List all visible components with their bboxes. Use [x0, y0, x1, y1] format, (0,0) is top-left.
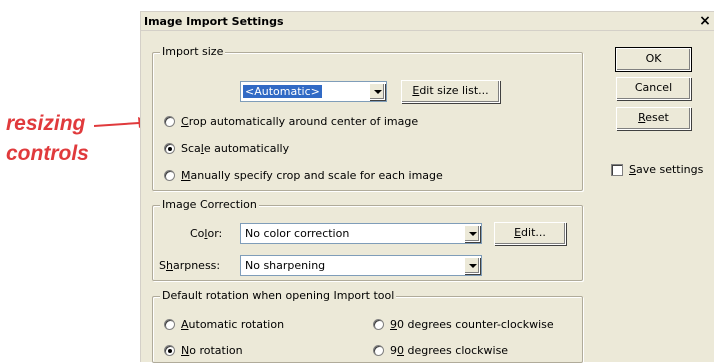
image-correction-group: Image Correction Color: No color correct…	[152, 198, 583, 281]
image-correction-legend: Image Correction	[160, 198, 259, 212]
chevron-down-icon[interactable]	[464, 225, 480, 242]
title-bar: Image Import Settings ×	[141, 12, 714, 31]
scale-automatically-radio[interactable]: Scale automatically	[164, 142, 289, 155]
no-rotation-label: No rotation	[181, 344, 243, 357]
crop-automatically-label: Crop automatically around center of imag…	[181, 115, 419, 128]
radio-icon	[373, 345, 384, 356]
crop-automatically-radio[interactable]: Crop automatically around center of imag…	[164, 115, 418, 128]
image-import-settings-dialog: Image Import Settings × Import size <Aut…	[140, 11, 714, 363]
radio-icon	[373, 319, 384, 330]
radio-icon	[164, 319, 175, 330]
radio-selected-icon	[164, 345, 175, 356]
edit-color-button[interactable]: Edit...	[494, 222, 566, 245]
import-size-select-value: <Automatic>	[243, 85, 322, 98]
save-settings-label: Save settings	[629, 163, 704, 176]
ok-button[interactable]: OK	[615, 47, 692, 72]
color-label: Color:	[190, 227, 223, 240]
manually-specify-label: Manually specify crop and scale for each…	[181, 169, 443, 182]
import-size-group: Import size <Automatic> Edit size list..…	[152, 45, 583, 191]
no-rotation-radio[interactable]: No rotation	[164, 344, 243, 357]
cw-90-label: 90 degrees clockwise	[390, 344, 509, 357]
default-rotation-group: Default rotation when opening Import too…	[152, 289, 583, 363]
callout-label-line2: controls	[6, 142, 89, 165]
color-correction-value: No color correction	[245, 227, 350, 240]
scale-automatically-label: Scale automatically	[181, 142, 290, 155]
ccw-90-label: 90 degrees counter-clockwise	[390, 318, 554, 331]
callout-label-line1: resizing	[6, 112, 86, 135]
radio-selected-icon	[164, 143, 175, 154]
edit-size-list-button[interactable]: Edit size list...	[401, 80, 500, 103]
import-size-legend: Import size	[160, 45, 226, 59]
import-size-select[interactable]: <Automatic>	[240, 81, 387, 102]
reset-button[interactable]: Reset	[616, 107, 691, 130]
manually-specify-radio[interactable]: Manually specify crop and scale for each…	[164, 169, 443, 182]
save-settings-checkbox[interactable]: Save settings	[611, 163, 703, 176]
automatic-rotation-radio[interactable]: Automatic rotation	[164, 318, 284, 331]
automatic-rotation-label: Automatic rotation	[181, 318, 285, 331]
sharpness-value: No sharpening	[245, 259, 326, 272]
cw-90-radio[interactable]: 90 degrees clockwise	[373, 344, 508, 357]
color-correction-select[interactable]: No color correction	[240, 223, 482, 244]
chevron-down-icon[interactable]	[369, 83, 385, 100]
sharpness-select[interactable]: No sharpening	[240, 255, 482, 276]
checkbox-icon	[611, 163, 623, 176]
cancel-button[interactable]: Cancel	[616, 77, 691, 100]
ccw-90-radio[interactable]: 90 degrees counter-clockwise	[373, 318, 554, 331]
radio-icon	[164, 170, 175, 181]
sharpness-label: Sharpness:	[159, 259, 221, 272]
default-rotation-legend: Default rotation when opening Import too…	[160, 289, 397, 303]
dialog-title: Image Import Settings	[144, 15, 284, 28]
chevron-down-icon[interactable]	[464, 257, 480, 274]
radio-icon	[164, 116, 175, 127]
close-icon[interactable]: ×	[698, 12, 712, 30]
